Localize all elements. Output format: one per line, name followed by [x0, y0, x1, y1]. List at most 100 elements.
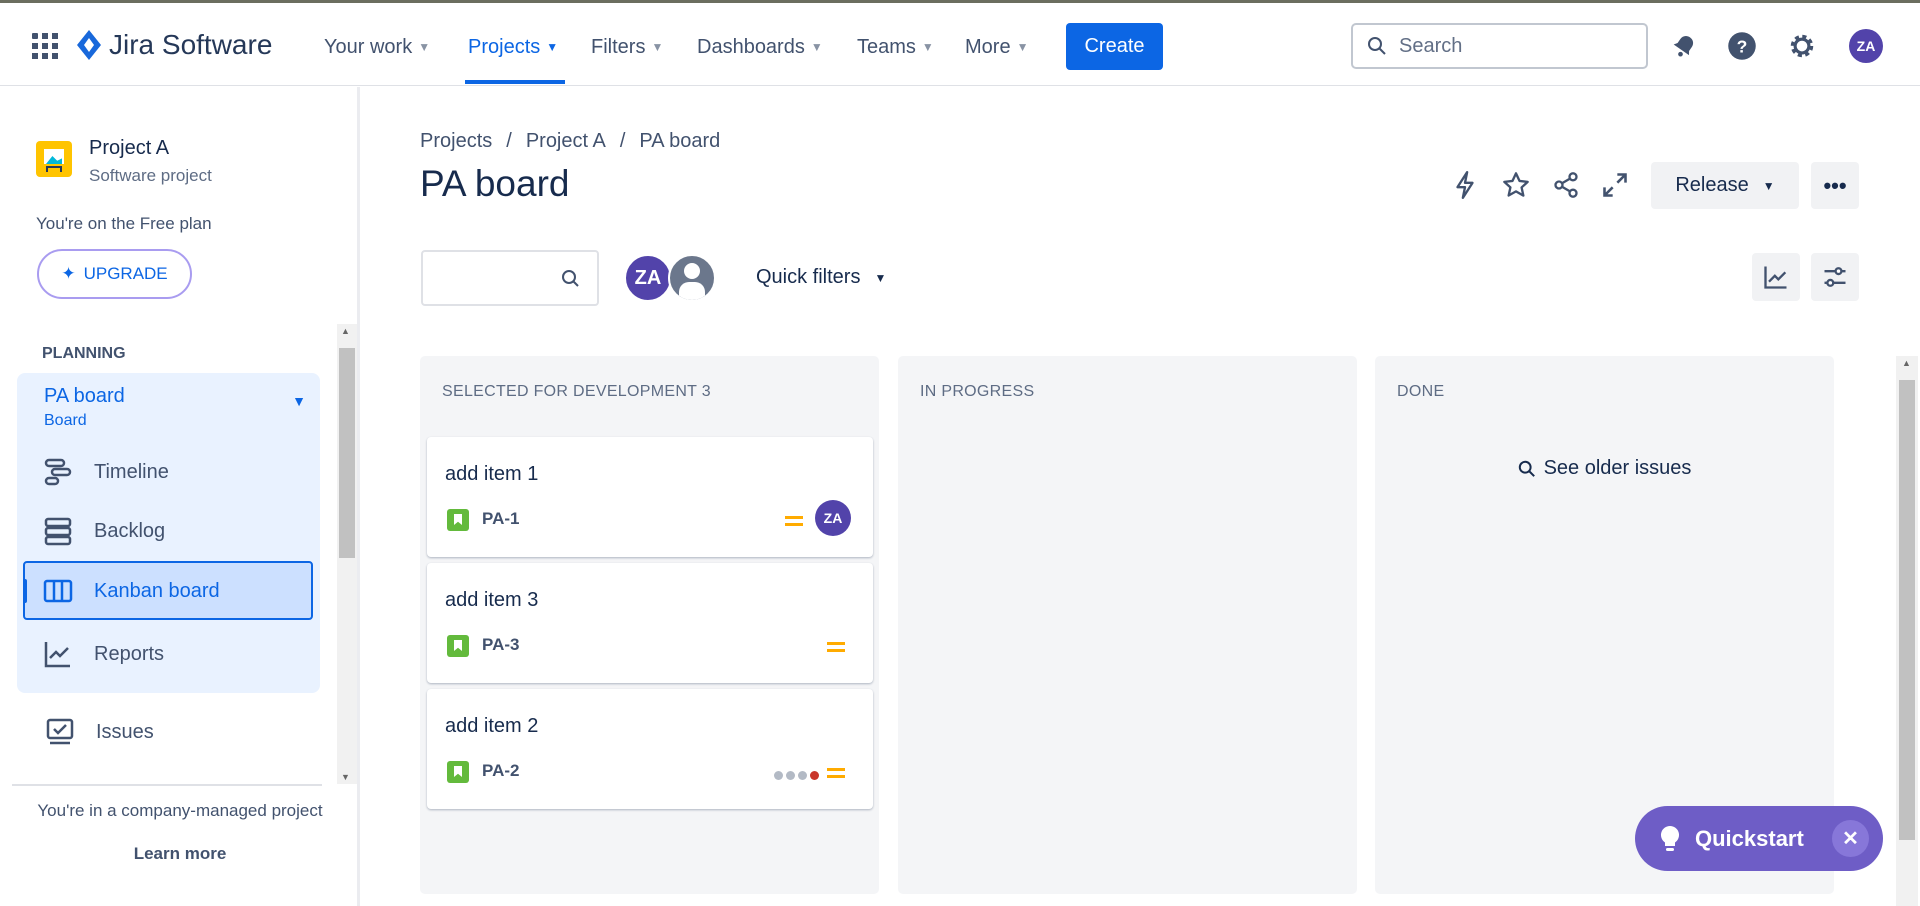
chevron-down-icon: ▼	[921, 40, 934, 54]
sidebar-item-kanban-label[interactable]: Kanban board	[42, 575, 220, 607]
issue-key: PA-3	[482, 635, 520, 654]
column-title: SELECTED FOR DEVELOPMENT 3	[442, 383, 711, 400]
planning-section-label: PLANNING	[42, 345, 126, 362]
see-older-issues-link[interactable]: See older issues	[1375, 457, 1834, 480]
release-button[interactable]: Release ▼	[1651, 162, 1799, 209]
scroll-up-arrow[interactable]: ▲	[341, 326, 350, 336]
app-switcher-icon[interactable]	[32, 33, 58, 59]
issue-key: PA-1	[482, 509, 520, 528]
plan-text: You're on the Free plan	[36, 214, 212, 233]
board-search-input[interactable]	[421, 250, 599, 306]
nav-your-work[interactable]: Your work ▼	[324, 31, 430, 63]
see-older-label: See older issues	[1543, 457, 1692, 479]
quick-filters-label: Quick filters	[756, 266, 861, 288]
breadcrumb-board[interactable]: PA board	[639, 130, 720, 153]
more-actions-button[interactable]: •••	[1811, 162, 1859, 209]
jira-logo[interactable]: Jira Software	[77, 29, 272, 61]
nav-projects[interactable]: Projects ▼	[468, 31, 558, 63]
help-icon[interactable]: ?	[1726, 30, 1758, 62]
view-settings-button[interactable]	[1811, 253, 1859, 301]
card-title: add item 1	[445, 463, 539, 485]
reports-chart-icon	[44, 642, 70, 668]
nav-dashboards[interactable]: Dashboards ▼	[697, 31, 823, 63]
nav-filters[interactable]: Filters ▼	[591, 31, 663, 63]
scrollbar-thumb[interactable]	[1899, 380, 1915, 840]
project-name[interactable]: Project A	[89, 137, 169, 160]
board-switcher[interactable]: PA board Board ▼	[44, 385, 306, 430]
sidebar-item-backlog[interactable]: Backlog	[42, 515, 165, 547]
star-icon[interactable]	[1502, 171, 1530, 199]
story-icon	[447, 509, 469, 531]
breadcrumb-separator: /	[619, 130, 626, 152]
automation-lightning-icon[interactable]	[1452, 170, 1478, 200]
breadcrumb: Projects / Project A / PA board	[420, 130, 720, 153]
sidebar-item-label: Kanban board	[94, 579, 220, 602]
project-type: Software project	[89, 166, 212, 185]
page-title: PA board	[420, 163, 570, 204]
chevron-down-icon: ▼	[546, 40, 559, 54]
settings-gear-icon[interactable]	[1786, 30, 1818, 62]
active-nav-indicator	[465, 80, 565, 84]
nav-label: Projects	[468, 35, 541, 58]
lightbulb-icon	[1660, 825, 1680, 851]
sidebar-scrollbar[interactable]: ▲ ▼	[337, 324, 357, 784]
search-icon	[562, 270, 579, 287]
jira-diamond-icon	[77, 30, 101, 60]
unassigned-filter-avatar[interactable]	[668, 254, 716, 302]
company-managed-text: You're in a company-managed project	[37, 801, 323, 820]
learn-more-link[interactable]: Learn more	[0, 844, 360, 864]
sliders-icon	[1824, 267, 1846, 287]
user-avatar[interactable]: ZA	[1849, 29, 1883, 63]
board-sub: Board	[44, 412, 87, 429]
svg-text:?: ?	[1737, 36, 1748, 56]
scrollbar-thumb[interactable]	[339, 348, 355, 558]
sidebar-footer-divider	[12, 784, 322, 786]
upgrade-button[interactable]: ✦ UPGRADE	[37, 249, 192, 299]
sidebar-item-label: Reports	[94, 642, 165, 665]
share-icon[interactable]	[1552, 171, 1580, 199]
sidebar-item-label: Backlog	[94, 519, 166, 542]
scroll-down-arrow[interactable]: ▼	[341, 772, 350, 782]
chevron-down-icon: ▼	[651, 40, 664, 54]
issue-card[interactable]: add item 3 PA-3	[427, 563, 873, 683]
insights-button[interactable]	[1752, 253, 1800, 301]
breadcrumb-projects[interactable]: Projects	[420, 130, 492, 153]
sidebar-item-timeline[interactable]: Timeline	[42, 456, 169, 488]
upgrade-label: UPGRADE	[83, 264, 168, 283]
chevron-down-icon: ▼	[418, 40, 431, 54]
fullscreen-expand-icon[interactable]	[1601, 171, 1629, 199]
assignee-filter-avatar-za[interactable]: ZA	[624, 254, 672, 302]
priority-medium-icon	[827, 768, 845, 778]
story-icon	[447, 635, 469, 657]
quick-filters-dropdown[interactable]: Quick filters ▼	[756, 266, 886, 289]
sidebar-item-label: Issues	[96, 720, 154, 743]
chevron-down-icon: ▼	[810, 40, 823, 54]
timeline-icon	[44, 458, 72, 486]
breadcrumb-project-a[interactable]: Project A	[526, 130, 606, 153]
nav-label: Filters	[591, 35, 646, 58]
board-scrollbar[interactable]: ▲	[1896, 356, 1918, 906]
chevron-down-icon: ▼	[292, 393, 306, 409]
search-input[interactable]: Search	[1351, 23, 1648, 69]
scroll-up-arrow[interactable]: ▲	[1902, 358, 1911, 368]
close-icon[interactable]: ✕	[1832, 820, 1869, 857]
issue-card[interactable]: add item 1 PA-1 ZA	[427, 437, 873, 557]
column-title: DONE	[1397, 383, 1445, 400]
sidebar-item-reports[interactable]: Reports	[42, 638, 164, 670]
nav-teams[interactable]: Teams ▼	[857, 31, 934, 63]
nav-more[interactable]: More ▼	[965, 31, 1028, 63]
sidebar-item-issues[interactable]: Issues	[44, 716, 154, 748]
breadcrumb-separator: /	[506, 130, 512, 152]
sparkle-icon: ✦	[61, 264, 76, 283]
assignee-avatar[interactable]: ZA	[815, 500, 851, 536]
search-icon	[1518, 460, 1535, 477]
board-columns-icon	[43, 579, 73, 603]
issue-card[interactable]: add item 2 PA-2	[427, 689, 873, 809]
create-button[interactable]: Create	[1066, 23, 1163, 70]
nav-label: Dashboards	[697, 35, 805, 58]
notifications-bell-icon[interactable]	[1668, 30, 1700, 62]
issues-icon	[46, 718, 74, 745]
insights-chart-icon	[1764, 266, 1787, 289]
quickstart-button[interactable]: Quickstart ✕	[1635, 806, 1883, 871]
top-navigation: Jira Software Your work ▼ Projects ▼ Filte…	[0, 3, 1920, 86]
